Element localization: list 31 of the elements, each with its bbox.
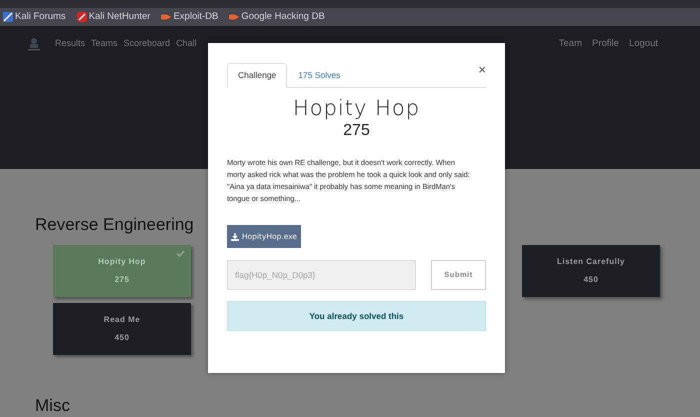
download-icon <box>230 232 239 240</box>
challenge-points: 275 <box>342 121 371 141</box>
challenge-card[interactable]: Read Me 450 <box>53 303 191 355</box>
bookmark-link[interactable]: Google Hacking DB <box>229 10 325 24</box>
close-button[interactable]: × <box>478 63 486 76</box>
modal-tab[interactable]: Challenge <box>227 63 288 88</box>
challenge-points: 450 <box>584 276 598 284</box>
nav-link[interactable]: Profile <box>592 36 619 52</box>
bookmark-link[interactable]: Kali Forums <box>3 10 66 24</box>
category-heading: Reverse Engineering <box>35 215 195 235</box>
nav-link[interactable]: Scoreboard <box>124 37 170 51</box>
check-icon <box>176 250 185 257</box>
challenge-name: Listen Carefully <box>556 258 625 266</box>
nav-link[interactable]: Results <box>55 37 86 51</box>
nav-link[interactable]: Logout <box>628 36 658 52</box>
challenge-card[interactable]: Listen Carefully 450 <box>522 245 660 297</box>
bookmark-link[interactable]: Exploit-DB <box>161 10 218 24</box>
modal-tab[interactable]: 175 Solves <box>287 63 352 88</box>
challenge-name: Read Me <box>104 316 140 324</box>
nav-link[interactable]: Team <box>558 36 582 52</box>
category-heading: Misc <box>35 396 71 416</box>
challenge-name: Hopity Hop <box>98 258 146 266</box>
logo-icon <box>26 37 42 51</box>
bookmark-link[interactable]: Kali NetHunter <box>76 10 150 24</box>
nav-link[interactable]: Chall <box>176 37 197 51</box>
challenge-title: Hopity Hop <box>292 96 422 120</box>
challenge-card[interactable]: Hopity Hop 275 <box>53 245 191 297</box>
challenge-points: 450 <box>114 334 130 342</box>
nav-link[interactable]: Teams <box>91 37 118 51</box>
challenge-points: 275 <box>114 276 130 284</box>
solved-alert: You already solved this <box>227 301 486 331</box>
